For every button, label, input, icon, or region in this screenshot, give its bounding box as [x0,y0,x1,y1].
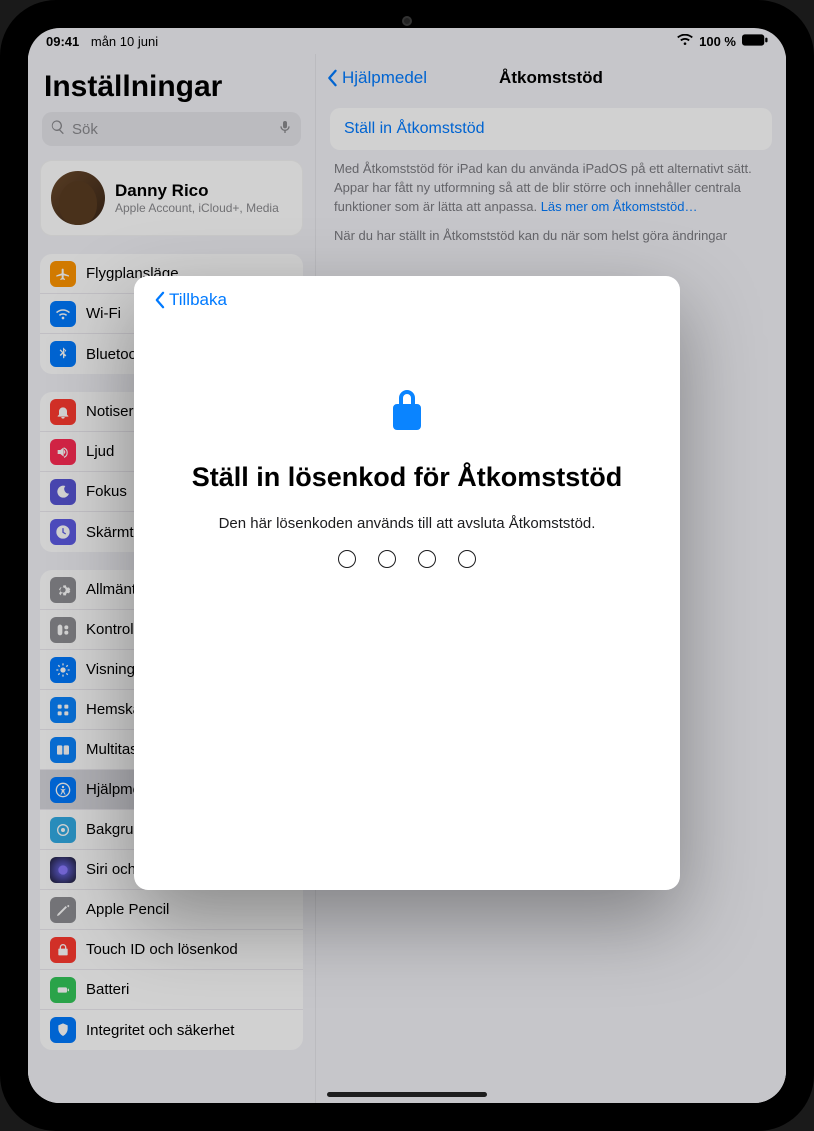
modal-subtitle: Den här lösenkoden används till att avsl… [219,515,596,532]
passcode-dot [338,550,356,568]
modal-back-button[interactable]: Tillbaka [154,290,660,310]
lock-icon [387,386,427,439]
passcode-modal: Tillbaka Ställ in lösenkod för Åtkomstst… [134,276,680,890]
home-indicator[interactable] [327,1092,487,1097]
front-camera [402,16,412,26]
passcode-input[interactable] [338,550,476,568]
modal-title: Ställ in lösenkod för Åtkomststöd [192,461,623,493]
passcode-dot [458,550,476,568]
passcode-dot [418,550,436,568]
passcode-dot [378,550,396,568]
modal-back-label: Tillbaka [169,290,227,310]
